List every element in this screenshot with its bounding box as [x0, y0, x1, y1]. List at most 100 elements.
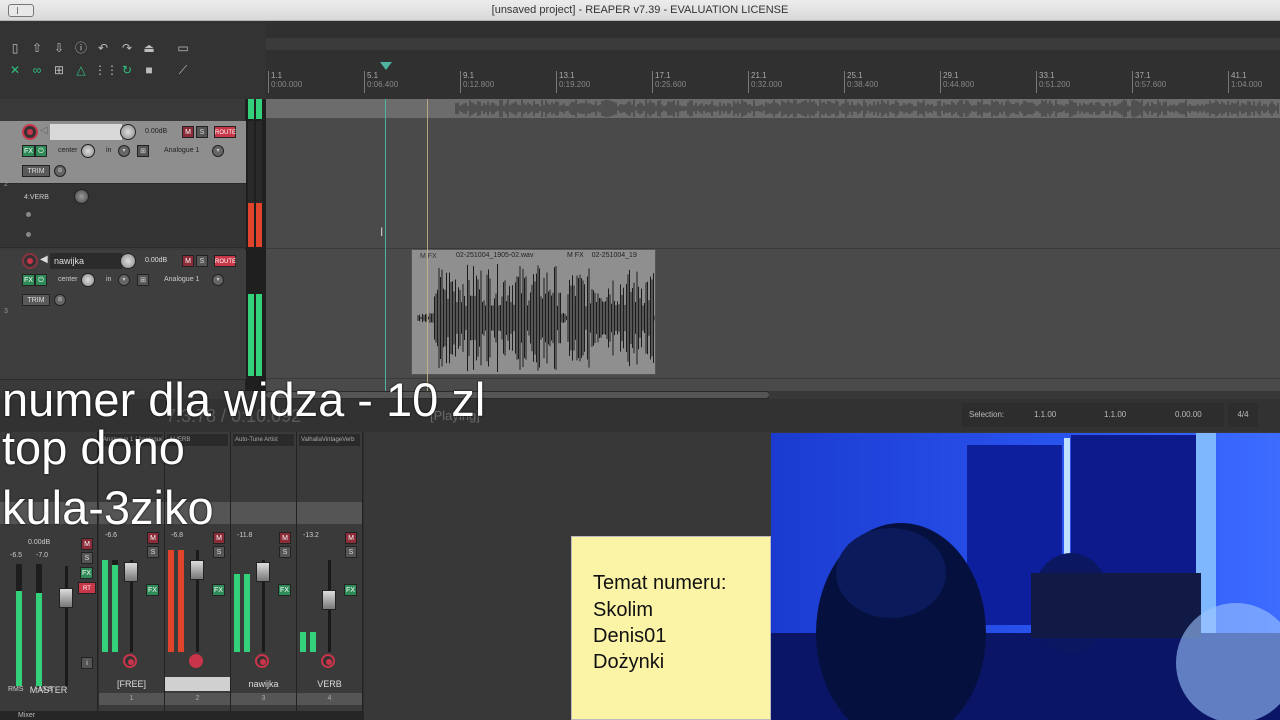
metronome-icon[interactable]: ⏏ [140, 39, 158, 57]
trim-button[interactable]: TRIM [22, 165, 50, 177]
ruler-region-lane[interactable] [266, 38, 1280, 50]
strip-name[interactable]: [FREE] Darmowy [99, 677, 164, 703]
input-dropdown-icon[interactable]: ▾ [118, 274, 130, 286]
pan-control[interactable] [231, 502, 296, 524]
mute-button[interactable]: M [213, 532, 225, 544]
fx-bypass-icon[interactable]: ⏻ [35, 145, 47, 157]
volume-knob[interactable] [120, 124, 136, 140]
undo-icon[interactable]: ↶ [94, 39, 112, 57]
strip-name[interactable] [165, 677, 230, 691]
output-dropdown-icon[interactable]: ▾ [212, 145, 224, 157]
fx-button[interactable]: FX [146, 584, 159, 596]
fx-bypass-icon[interactable]: ⏻ [35, 274, 47, 286]
fx-param-knob[interactable] [74, 189, 89, 204]
solo-button[interactable]: S [345, 546, 357, 558]
record-arm-button[interactable] [189, 654, 203, 668]
mixer-strip-3[interactable]: Auto-Tune Artist -11.8 M S FX nawijka 3 [231, 432, 297, 711]
speaker-icon[interactable]: ◀ [40, 254, 48, 265]
envelope-point[interactable] [26, 232, 31, 237]
trim-button[interactable]: TRIM [22, 294, 50, 306]
record-arm-button[interactable] [321, 654, 335, 668]
mute-button[interactable]: M [182, 255, 194, 267]
selection-end[interactable]: 1.1.00 [1104, 410, 1126, 419]
mute-button[interactable]: M [182, 126, 194, 138]
fx-button[interactable]: FX [344, 584, 357, 596]
time-signature[interactable]: 4/4 [1228, 403, 1258, 427]
grid-icon[interactable]: ▭ [174, 39, 192, 57]
selection-start[interactable]: 1.1.00 [1034, 410, 1056, 419]
fx-envelope-lane[interactable]: 4:VERB [0, 184, 246, 248]
auto-crossfade-icon[interactable]: △ [72, 61, 90, 79]
track-3[interactable]: ◀ nawijka 0.00dB M S ROUTE FX ⏻ center i… [0, 250, 246, 380]
pan-control[interactable] [297, 502, 362, 524]
envelope-icon[interactable]: ⊘ [54, 294, 66, 306]
lock-icon[interactable]: ■ [140, 61, 158, 79]
media-item[interactable]: M FX 02-251004_1905-02.wav M FX 02-25100… [411, 249, 656, 375]
volume-fader[interactable] [124, 562, 138, 582]
save-project-icon[interactable]: ⇩ [50, 39, 68, 57]
solo-button[interactable]: S [213, 546, 225, 558]
volume-fader[interactable] [256, 562, 270, 582]
route-button[interactable]: RT [78, 582, 96, 594]
route-button[interactable]: ROUTE [214, 126, 236, 138]
strip-name[interactable]: VERB [297, 677, 362, 691]
solo-button[interactable]: S [147, 546, 159, 558]
track-name-field[interactable] [50, 124, 122, 140]
record-arm-button[interactable] [255, 654, 269, 668]
record-arm-button[interactable] [22, 253, 38, 269]
new-project-icon[interactable]: ▯ [6, 39, 24, 57]
strip-name[interactable]: MASTER [0, 683, 97, 697]
io-button[interactable]: ⊞ [137, 145, 149, 157]
mute-button[interactable]: M [81, 538, 93, 550]
arrange-view[interactable]: M FX 02-251004_1905-02.wav M FX 02-25100… [266, 99, 1280, 391]
fx-button[interactable]: FX [22, 274, 35, 286]
speaker-icon[interactable]: ◁ [40, 125, 48, 136]
fx-button[interactable]: FX [278, 584, 291, 596]
track-name-field[interactable]: nawijka [50, 253, 122, 269]
volume-fader[interactable] [190, 560, 204, 580]
mixer-tab[interactable]: Mixer [0, 711, 364, 720]
fx-slot[interactable]: Auto-Tune Artist [233, 434, 294, 446]
snap-grid-icon[interactable]: ⋮⋮ [94, 61, 118, 79]
mixer-strip-4[interactable]: ValhallaVintageVerb -13.2 M S FX VERB 4 [297, 432, 363, 711]
track-2[interactable]: ◁ 0.00dB M S ROUTE FX ⏻ center in ▾ ⊞ An… [0, 121, 246, 184]
timeline-ruler[interactable]: 1.1 0:00.000 5.1 0:06.400 9.1 0:12.800 13.1 0:1… [266, 21, 1280, 99]
info-button[interactable]: i [81, 657, 93, 669]
record-arm-button[interactable] [123, 654, 137, 668]
redo-icon[interactable]: ↷ [118, 39, 136, 57]
loop-icon[interactable]: ↻ [118, 61, 136, 79]
master-waveform-lane[interactable] [266, 99, 1280, 118]
strip-name[interactable]: nawijka [231, 677, 296, 691]
fx-button[interactable]: FX [22, 145, 35, 157]
track-lane-2[interactable] [266, 118, 1280, 249]
ripple-icon[interactable]: ✕ [6, 61, 24, 79]
pan-knob[interactable] [81, 144, 95, 158]
pan-knob[interactable] [81, 273, 95, 287]
master-fader[interactable] [59, 588, 73, 608]
solo-button[interactable]: S [81, 552, 93, 564]
envelope-icon[interactable]: ⟋ [174, 61, 192, 79]
input-dropdown-icon[interactable]: ▾ [118, 145, 130, 157]
fx-slot[interactable]: ValhallaVintageVerb [299, 434, 360, 446]
solo-button[interactable]: S [279, 546, 291, 558]
io-button[interactable]: ⊞ [137, 274, 149, 286]
fx-button[interactable]: FX [80, 567, 93, 579]
output-dropdown-icon[interactable]: ▾ [212, 274, 224, 286]
solo-button[interactable]: S [196, 126, 208, 138]
record-arm-button[interactable] [22, 124, 38, 140]
mute-button[interactable]: M [345, 532, 357, 544]
envelope-icon[interactable]: ⊘ [54, 165, 66, 177]
open-project-icon[interactable]: ⇧ [28, 39, 46, 57]
volume-fader[interactable] [322, 590, 336, 610]
link-icon[interactable]: ∞ [28, 61, 46, 79]
mute-button[interactable]: M [279, 532, 291, 544]
edit-cursor-marker[interactable] [380, 62, 392, 70]
fx-button[interactable]: FX [212, 584, 225, 596]
snap-icon[interactable]: ⊞ [50, 61, 68, 79]
envelope-point[interactable] [26, 212, 31, 217]
selection-length[interactable]: 0.00.00 [1175, 410, 1202, 419]
volume-knob[interactable] [120, 253, 136, 269]
project-info-icon[interactable]: ⓘ [72, 39, 90, 57]
route-button[interactable]: ROUTE [214, 255, 236, 267]
solo-button[interactable]: S [196, 255, 208, 267]
